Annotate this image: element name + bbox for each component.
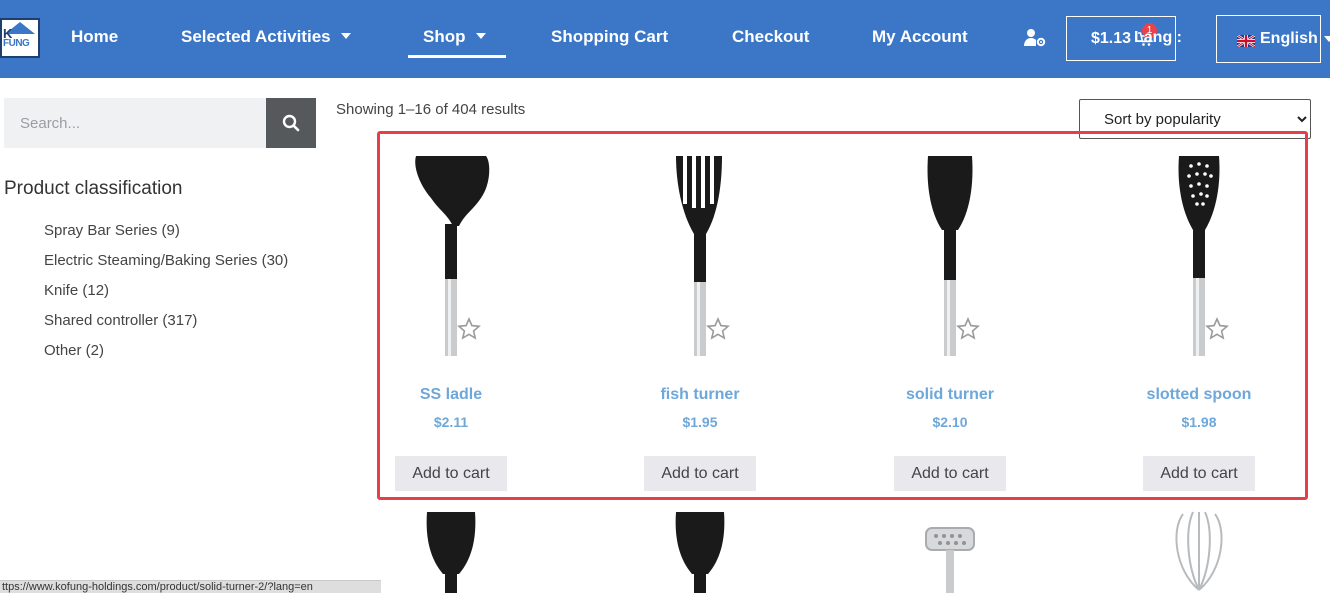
user-gear-icon[interactable] <box>1024 28 1046 48</box>
search-icon <box>282 114 300 132</box>
language-name: English <box>1260 30 1318 47</box>
nav-my-account[interactable]: My Account <box>872 27 968 47</box>
product-image-row2-4[interactable] <box>1079 510 1319 593</box>
product-price: $2.10 <box>932 414 968 430</box>
wishlist-star-icon[interactable] <box>706 317 730 341</box>
product-image-fish-turner[interactable] <box>580 154 820 356</box>
chevron-down-icon <box>475 32 486 39</box>
language-selector[interactable]: English <box>1216 15 1321 63</box>
nav-selected-activities[interactable]: Selected Activities <box>181 27 351 47</box>
cart-amount: $1.13 <box>1091 30 1132 47</box>
product-name-link[interactable]: SS ladle <box>331 386 571 404</box>
active-nav-underline <box>408 55 506 58</box>
search-input[interactable] <box>4 98 266 148</box>
product-image-row2-3[interactable] <box>830 510 1070 593</box>
top-navbar: K FUNG Home Selected Activities Shop Sho… <box>0 0 1330 78</box>
nav-checkout[interactable]: Checkout <box>732 27 809 47</box>
product-name-link[interactable]: slotted spoon <box>1079 386 1319 404</box>
product-image-ss-ladle[interactable] <box>331 154 571 356</box>
results-count: Showing 1–16 of 404 results <box>336 101 526 118</box>
nav-checkout-label: Checkout <box>732 27 810 46</box>
logo-wordmark: FUNG <box>3 38 30 49</box>
wishlist-star-icon[interactable] <box>1205 317 1229 341</box>
product-image-solid-turner[interactable] <box>830 154 1070 356</box>
product-image-slotted-spoon[interactable] <box>1079 154 1319 356</box>
product-image-row2-2[interactable] <box>580 510 820 593</box>
nav-shop-label: Shop <box>423 27 466 46</box>
nav-home[interactable]: Home <box>71 27 118 47</box>
product-price: $2.11 <box>433 414 469 430</box>
product-card: fish turner $1.95 Add to cart <box>580 150 820 495</box>
product-name-link[interactable]: fish turner <box>580 386 820 404</box>
wishlist-star-icon[interactable] <box>956 317 980 341</box>
chevron-down-icon <box>340 32 351 39</box>
uk-flag-icon <box>1237 35 1255 47</box>
product-classification-title: Product classification <box>4 178 183 199</box>
category-electric-steaming[interactable]: Electric Steaming/Baking Series (30) <box>44 252 288 269</box>
browser-status-bar: ttps://www.kofung-holdings.com/product/s… <box>0 580 381 593</box>
product-name-link[interactable]: solid turner <box>830 386 1070 404</box>
nav-shop[interactable]: Shop <box>423 27 486 47</box>
nav-my-account-label: My Account <box>872 27 968 46</box>
product-card: solid turner $2.10 Add to cart <box>830 150 1070 495</box>
category-other[interactable]: Other (2) <box>44 342 104 359</box>
category-spray-bar[interactable]: Spray Bar Series (9) <box>44 222 180 239</box>
category-knife[interactable]: Knife (12) <box>44 282 109 299</box>
chevron-down-icon[interactable] <box>1324 36 1330 42</box>
nav-shopping-cart[interactable]: Shopping Cart <box>551 27 668 47</box>
kofung-logo[interactable]: K FUNG <box>0 18 40 58</box>
nav-selected-activities-label: Selected Activities <box>181 27 331 46</box>
add-to-cart-button[interactable]: Add to cart <box>644 456 756 491</box>
wishlist-star-icon[interactable] <box>457 317 481 341</box>
sort-dropdown[interactable]: Sort by popularity <box>1079 99 1311 139</box>
product-price: $1.95 <box>682 414 718 430</box>
add-to-cart-button[interactable]: Add to cart <box>395 456 507 491</box>
nav-shopping-cart-label: Shopping Cart <box>551 27 669 46</box>
product-card: slotted spoon $1.98 Add to cart <box>1079 150 1319 495</box>
product-price: $1.98 <box>1181 414 1217 430</box>
add-to-cart-button[interactable]: Add to cart <box>1143 456 1255 491</box>
nav-home-label: Home <box>71 27 119 46</box>
product-card: SS ladle $2.11 Add to cart <box>331 150 571 495</box>
lang-label: Lang : <box>1134 29 1182 46</box>
add-to-cart-button[interactable]: Add to cart <box>894 456 1006 491</box>
search-button[interactable] <box>266 98 316 148</box>
category-shared-controller[interactable]: Shared controller (317) <box>44 312 197 329</box>
